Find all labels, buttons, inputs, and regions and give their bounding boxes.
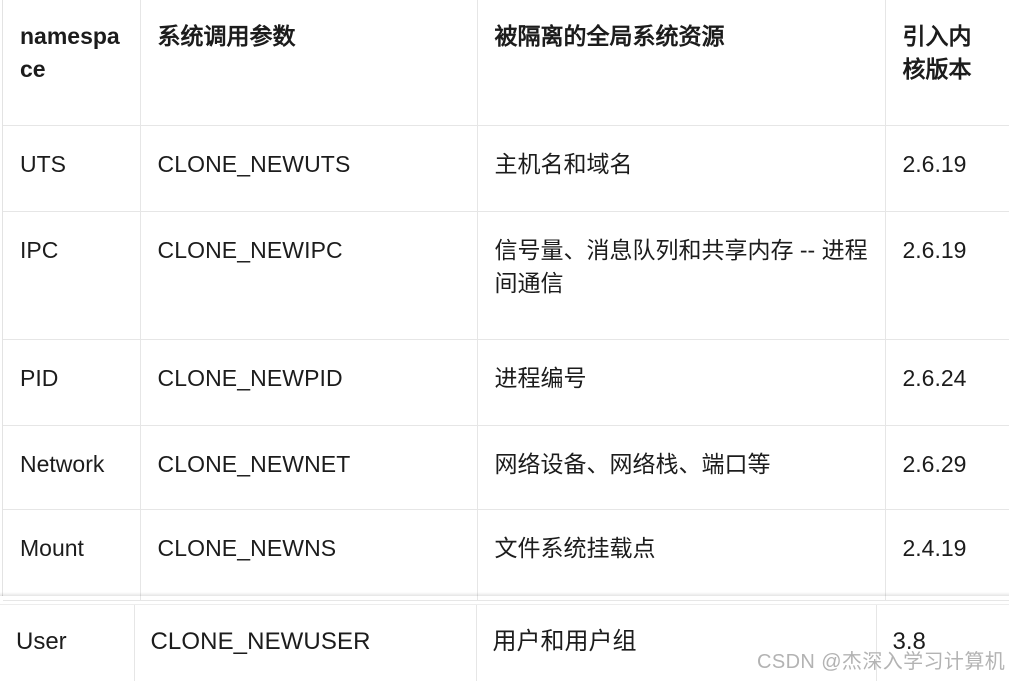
value-isolated-resource: 网络设备、网络栈、端口等 (478, 426, 885, 501)
value-clone-flag: CLONE_NEWUTS (141, 126, 477, 201)
cell-isolated-resource: 进程编号 (477, 340, 885, 426)
value-namespace: IPC (3, 212, 140, 287)
value-isolated-resource: 进程编号 (478, 340, 885, 415)
value-isolated-resource: 文件系统挂载点 (478, 510, 885, 585)
table-section-lower: User CLONE_NEWUSER 用户和用户组 3.8 (0, 604, 1009, 680)
value-clone-flag: CLONE_NEWIPC (141, 212, 477, 287)
cell-clone-flag: CLONE_NEWPID (140, 340, 477, 426)
cell-namespace: Network (3, 426, 140, 510)
cell-kernel-version: 2.6.24 (885, 340, 1009, 426)
cell-clone-flag: CLONE_NEWUTS (140, 126, 477, 212)
value-clone-flag: CLONE_NEWNS (141, 510, 477, 585)
header-label-clone-flag: 系统调用参数 (141, 0, 477, 73)
value-kernel-version: 2.6.24 (886, 340, 1009, 415)
value-kernel-version: 3.8 (877, 605, 1009, 677)
cell-kernel-version: 2.4.19 (885, 510, 1009, 601)
value-clone-flag: CLONE_NEWNET (141, 426, 477, 501)
cell-namespace: Mount (3, 510, 140, 601)
table-screenshot: namespace 系统调用参数 被隔离的全局系统资源 引入内核版本 UTS (0, 0, 1009, 680)
table-header-row: namespace 系统调用参数 被隔离的全局系统资源 引入内核版本 (3, 0, 1009, 126)
cell-clone-flag: CLONE_NEWNET (140, 426, 477, 510)
cell-isolated-resource: 信号量、消息队列和共享内存 -- 进程间通信 (477, 212, 885, 340)
value-namespace: PID (3, 340, 140, 415)
namespace-table-continued: User CLONE_NEWUSER 用户和用户组 3.8 (0, 605, 1009, 681)
cell-clone-flag: CLONE_NEWIPC (140, 212, 477, 340)
value-kernel-version: 2.6.19 (886, 212, 1009, 287)
header-cell-clone-flag: 系统调用参数 (140, 0, 477, 126)
value-isolated-resource: 信号量、消息队列和共享内存 -- 进程间通信 (478, 212, 885, 319)
namespace-table: namespace 系统调用参数 被隔离的全局系统资源 引入内核版本 UTS (3, 0, 1009, 601)
header-cell-isolated-resource: 被隔离的全局系统资源 (477, 0, 885, 126)
value-kernel-version: 2.6.19 (886, 126, 1009, 201)
header-label-namespace: namespace (3, 0, 140, 105)
table-row: User CLONE_NEWUSER 用户和用户组 3.8 (0, 605, 1009, 681)
value-isolated-resource: 用户和用户组 (477, 605, 876, 677)
cell-kernel-version: 2.6.29 (885, 426, 1009, 510)
table-row: Network CLONE_NEWNET 网络设备、网络栈、端口等 2.6.29 (3, 426, 1009, 510)
table-section-upper: namespace 系统调用参数 被隔离的全局系统资源 引入内核版本 UTS (2, 0, 1009, 596)
cell-namespace: IPC (3, 212, 140, 340)
cell-clone-flag: CLONE_NEWNS (140, 510, 477, 601)
value-clone-flag: CLONE_NEWUSER (135, 605, 476, 677)
cell-clone-flag: CLONE_NEWUSER (134, 605, 476, 681)
cell-isolated-resource: 用户和用户组 (476, 605, 876, 681)
cell-namespace: UTS (3, 126, 140, 212)
value-isolated-resource: 主机名和域名 (478, 126, 885, 201)
cell-namespace: User (0, 605, 134, 681)
table-row: IPC CLONE_NEWIPC 信号量、消息队列和共享内存 -- 进程间通信 … (3, 212, 1009, 340)
value-clone-flag: CLONE_NEWPID (141, 340, 477, 415)
cell-namespace: PID (3, 340, 140, 426)
header-cell-kernel-version: 引入内核版本 (885, 0, 1009, 126)
value-kernel-version: 2.4.19 (886, 510, 1009, 585)
value-namespace: Mount (3, 510, 140, 585)
value-namespace: UTS (3, 126, 140, 201)
header-label-kernel-version: 引入内核版本 (886, 0, 1009, 105)
value-namespace: User (0, 605, 134, 677)
cell-kernel-version: 3.8 (876, 605, 1009, 681)
cell-isolated-resource: 网络设备、网络栈、端口等 (477, 426, 885, 510)
cell-isolated-resource: 文件系统挂载点 (477, 510, 885, 601)
header-label-isolated-resource: 被隔离的全局系统资源 (478, 0, 885, 73)
table-row: UTS CLONE_NEWUTS 主机名和域名 2.6.19 (3, 126, 1009, 212)
value-namespace: Network (3, 426, 140, 501)
cell-kernel-version: 2.6.19 (885, 126, 1009, 212)
header-cell-namespace: namespace (3, 0, 140, 126)
cell-isolated-resource: 主机名和域名 (477, 126, 885, 212)
table-row: Mount CLONE_NEWNS 文件系统挂载点 2.4.19 (3, 510, 1009, 601)
cell-kernel-version: 2.6.19 (885, 212, 1009, 340)
table-row: PID CLONE_NEWPID 进程编号 2.6.24 (3, 340, 1009, 426)
value-kernel-version: 2.6.29 (886, 426, 1009, 501)
